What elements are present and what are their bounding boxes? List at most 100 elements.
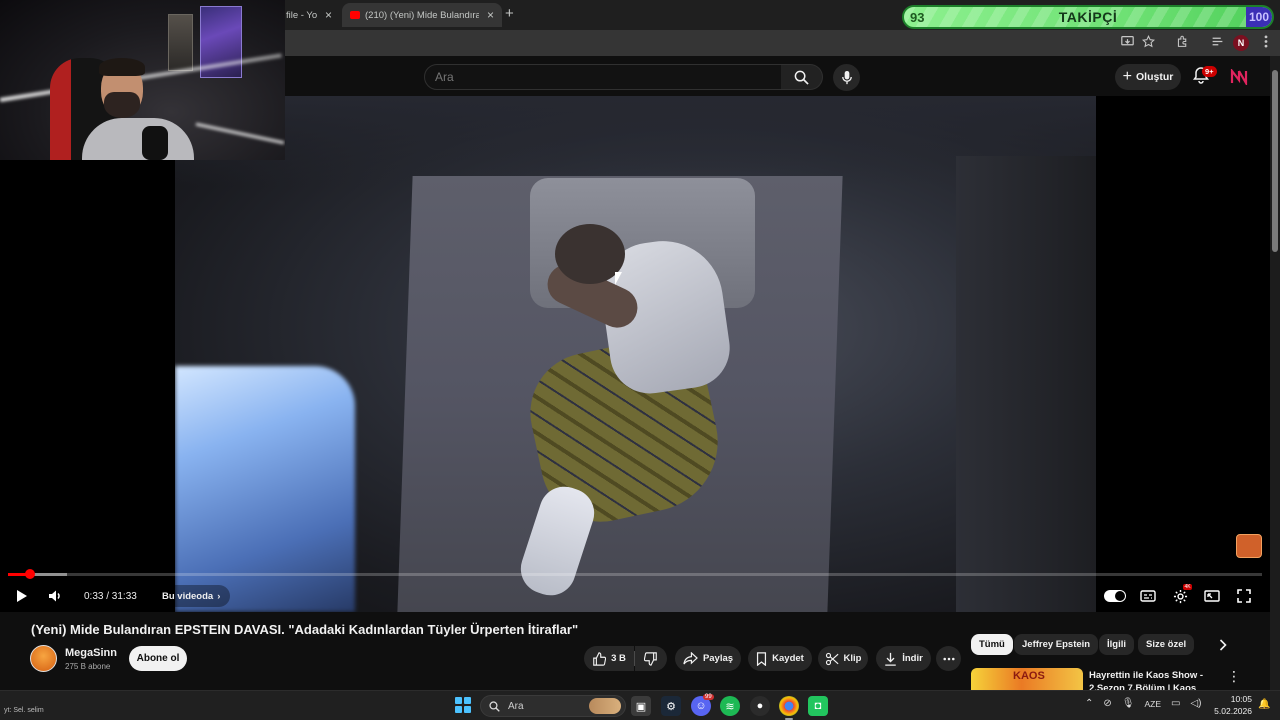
language-indicator[interactable]: AZE bbox=[1144, 699, 1161, 709]
chips-next-button[interactable] bbox=[1213, 636, 1233, 654]
share-label: Paylaş bbox=[702, 653, 734, 664]
subscribe-button[interactable]: Abone ol bbox=[129, 646, 187, 671]
scrollbar-thumb[interactable] bbox=[1272, 70, 1278, 252]
chip-related[interactable]: İlgili bbox=[1099, 634, 1134, 655]
browser-tab[interactable]: file - You × bbox=[278, 3, 340, 27]
play-icon bbox=[17, 590, 27, 602]
save-button[interactable]: Kaydet bbox=[748, 646, 812, 671]
video-player[interactable]: 0:33 / 31:33 Bu videoda › 4K bbox=[0, 96, 1270, 612]
dislike-button[interactable] bbox=[635, 646, 667, 671]
search-input[interactable] bbox=[425, 65, 781, 89]
clip-button[interactable]: Klip bbox=[818, 646, 868, 671]
chrome-icon[interactable] bbox=[779, 696, 799, 720]
system-tray: ⌃ ⊘ 🎙 AZE ▭ ◁) bbox=[1085, 698, 1202, 709]
network-off-icon[interactable]: ⊘ bbox=[1103, 698, 1111, 709]
microphone-icon[interactable]: 🎙 bbox=[1122, 698, 1135, 709]
chevron-right-icon bbox=[1219, 639, 1227, 651]
miniplayer-icon bbox=[1204, 590, 1220, 602]
channel-watermark[interactable] bbox=[1236, 534, 1262, 558]
search-box[interactable] bbox=[424, 64, 782, 90]
profile-avatar-icon[interactable]: N bbox=[1233, 35, 1249, 51]
tab-title: file - You bbox=[286, 9, 317, 21]
video-frame[interactable] bbox=[175, 96, 1096, 612]
extensions-icon[interactable] bbox=[1174, 35, 1190, 51]
steam-icon[interactable]: ⚙ bbox=[661, 696, 681, 716]
quality-badge: 4K bbox=[1183, 584, 1192, 590]
streamer-shirt bbox=[82, 118, 194, 160]
download-button[interactable]: İndir bbox=[876, 646, 931, 671]
stream-caption: yt: Sel. selim bbox=[4, 707, 44, 714]
clock-time[interactable]: 10:05 bbox=[1224, 694, 1252, 704]
toggle-knob bbox=[1115, 591, 1125, 601]
clip-label: Klip bbox=[843, 653, 862, 664]
browser-menu-icon[interactable] bbox=[1258, 35, 1274, 51]
channel-name[interactable]: MegaSinn bbox=[65, 647, 117, 659]
browser-tab-active[interactable]: (210) (Yeni) Mide Bulandıran EP × bbox=[342, 3, 502, 27]
bookmark-icon bbox=[757, 651, 767, 666]
search-icon bbox=[794, 70, 809, 85]
spotify-icon[interactable]: ≋ bbox=[720, 696, 740, 716]
fullscreen-icon bbox=[1237, 589, 1251, 603]
chapter-chip[interactable]: Bu videoda › bbox=[152, 585, 231, 607]
page-scrollbar[interactable] bbox=[1270, 56, 1280, 690]
tab-close-icon[interactable]: × bbox=[325, 8, 332, 22]
follower-goal: 100 bbox=[1246, 7, 1272, 27]
share-button[interactable]: Paylaş bbox=[675, 646, 741, 671]
channel-avatar[interactable] bbox=[30, 645, 57, 672]
more-horizontal-icon bbox=[942, 657, 955, 660]
recommendation-menu-icon[interactable]: ⋮ bbox=[1227, 668, 1241, 684]
progress-scrubber-handle[interactable] bbox=[24, 569, 35, 579]
windows-start-icon[interactable] bbox=[455, 697, 471, 713]
clock-date[interactable]: 5.02.2026 bbox=[1214, 706, 1252, 716]
subtitles-button[interactable] bbox=[1138, 585, 1158, 607]
chevron-right-icon: › bbox=[217, 590, 221, 602]
search-button[interactable] bbox=[781, 64, 823, 90]
more-actions-button[interactable] bbox=[936, 646, 961, 671]
thumbs-up-icon bbox=[593, 651, 607, 666]
app-icon[interactable]: ◘ bbox=[808, 696, 828, 716]
recommendation-thumbnail[interactable]: KAOS bbox=[971, 668, 1083, 690]
display-icon[interactable]: ▭ bbox=[1171, 698, 1180, 709]
windows-taskbar: yt: Sel. selim Ara ▣ ⚙ ☺ 99 ≋ ● ◘ ⌃ ⊘ 🎙 … bbox=[0, 690, 1280, 720]
taskbar-search[interactable]: Ara bbox=[480, 695, 626, 717]
thumbnail-text: KAOS bbox=[1013, 670, 1045, 682]
webcam-overlay bbox=[0, 0, 285, 160]
download-label: İndir bbox=[902, 653, 923, 664]
bookmark-star-icon[interactable] bbox=[1140, 34, 1156, 51]
voice-search-button[interactable] bbox=[833, 64, 860, 91]
fullscreen-button[interactable] bbox=[1234, 585, 1254, 607]
time-display: 0:33 / 31:33 bbox=[84, 590, 137, 602]
miniplayer-button[interactable] bbox=[1202, 585, 1222, 607]
reading-list-icon[interactable] bbox=[1209, 35, 1225, 51]
install-app-icon[interactable] bbox=[1119, 35, 1135, 51]
task-view-icon[interactable]: ▣ bbox=[631, 696, 651, 716]
recommendation-title[interactable]: Hayrettin ile Kaos Show - 2.Sezon 7.Bölü… bbox=[1089, 669, 1219, 690]
chevron-up-icon[interactable]: ⌃ bbox=[1085, 698, 1093, 709]
progress-bar[interactable] bbox=[8, 569, 1262, 579]
streamer-beard bbox=[104, 92, 140, 118]
scene-wall bbox=[956, 156, 1096, 612]
video-title: (Yeni) Mide Bulandıran EPSTEIN DAVASI. "… bbox=[31, 622, 579, 637]
chip-all[interactable]: Tümü bbox=[971, 634, 1013, 655]
download-icon bbox=[885, 652, 896, 666]
streamer-hair bbox=[99, 58, 145, 76]
like-button[interactable]: 3 B bbox=[584, 646, 634, 671]
subscriber-count: 275 B abone bbox=[65, 662, 111, 671]
notification-badge: 9+ bbox=[1202, 66, 1217, 77]
new-tab-button[interactable]: + bbox=[505, 5, 514, 22]
chip-jeffrey-epstein[interactable]: Jeffrey Epstein bbox=[1014, 634, 1099, 655]
autoplay-toggle[interactable] bbox=[1104, 590, 1126, 602]
tab-title: (210) (Yeni) Mide Bulandıran EP bbox=[365, 9, 479, 21]
notification-bell-icon[interactable]: 🔔 bbox=[1258, 699, 1270, 711]
create-button[interactable]: + Oluştur bbox=[1115, 64, 1181, 90]
play-button[interactable] bbox=[12, 585, 32, 607]
obs-icon[interactable]: ● bbox=[750, 696, 770, 716]
volume-icon[interactable]: ◁) bbox=[1190, 698, 1201, 709]
account-avatar-icon[interactable] bbox=[1230, 67, 1248, 88]
chip-for-you[interactable]: Size özel bbox=[1138, 634, 1195, 655]
mute-button[interactable] bbox=[45, 585, 65, 607]
like-count: 3 B bbox=[611, 653, 626, 664]
follower-label: TAKİPÇİ bbox=[1058, 9, 1118, 25]
tab-close-icon[interactable]: × bbox=[487, 8, 494, 22]
plus-icon: + bbox=[1122, 68, 1132, 85]
